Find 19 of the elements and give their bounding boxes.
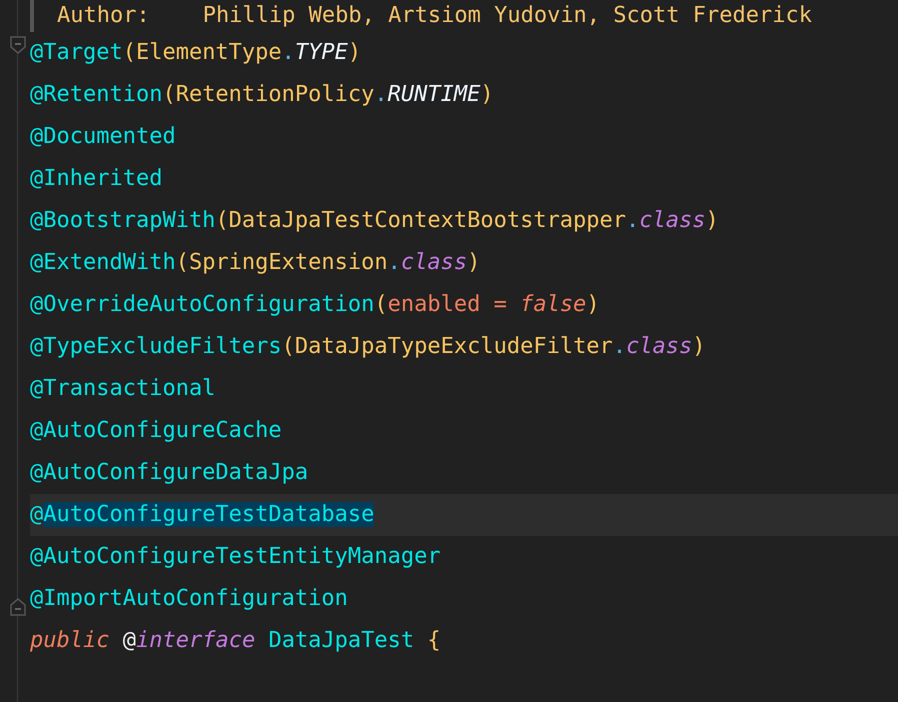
fold-icon[interactable] [10, 36, 26, 54]
code-line: @AutoConfigureTestDatabase [30, 501, 374, 529]
code-line: @ExtendWith(SpringExtension.class) [30, 249, 480, 277]
code-line: @AutoConfigureTestEntityManager [30, 543, 441, 571]
code-line: @Transactional [30, 375, 216, 403]
code-line: @TypeExcludeFilters(DataJpaTypeExcludeFilter.class) [30, 333, 706, 361]
code-line: Author: Phillip Webb, Artsiom Yudovin, Scott Frederick [57, 2, 812, 30]
fold-icon[interactable] [10, 598, 26, 616]
code-line: @Inherited [30, 165, 162, 193]
doc-comment-marker [30, 0, 34, 32]
code-line: @AutoConfigureCache [30, 417, 282, 445]
code-line: @Retention(RetentionPolicy.RUNTIME) [30, 81, 494, 109]
code-line: @ImportAutoConfiguration [30, 585, 348, 613]
code-line: @Target(ElementType.TYPE) [30, 39, 362, 67]
code-line: public @interface DataJpaTest { [30, 627, 441, 655]
code-line: @BootstrapWith(DataJpaTestContextBootstrapper.class) [30, 207, 719, 235]
code-line: @Documented [30, 123, 176, 151]
code-line: @OverrideAutoConfiguration(enabled = false) [30, 291, 600, 319]
code-line: @AutoConfigureDataJpa [30, 459, 308, 487]
